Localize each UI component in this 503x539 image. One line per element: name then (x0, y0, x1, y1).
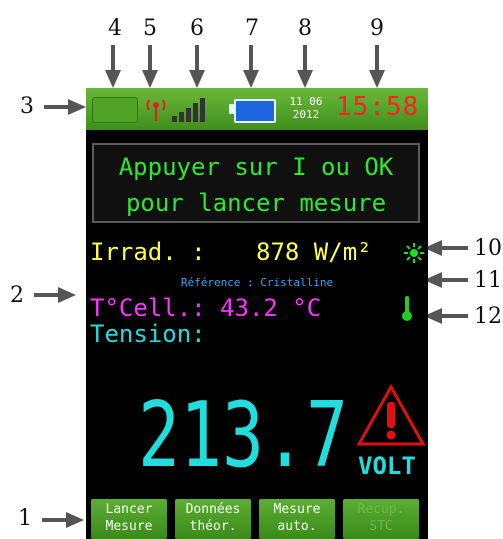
message-line-2: pour lancer mesure (125, 189, 387, 217)
tension-value-display: 213.7 (138, 396, 348, 474)
message-line-1: Appuyer sur I ou OK (118, 153, 394, 181)
launch-measure-button[interactable]: Lancer Mesure (91, 499, 167, 539)
status-bar: 11 06 2012 15:58 (86, 88, 428, 130)
irradiance-label: Irrad. : (90, 238, 206, 266)
tension-unit: VOLT (358, 452, 416, 480)
clock: 15:58 (336, 92, 420, 122)
tension-value: 213.7 (138, 396, 348, 474)
theoretical-data-button[interactable]: Données théor. (175, 499, 251, 539)
softkey-label: Lancer (105, 502, 153, 517)
sun-icon (404, 243, 424, 263)
message-box: Appuyer sur I ou OK pour lancer mesure (92, 143, 420, 223)
device-screen: 11 06 2012 15:58 Appuyer sur I ou OK pou… (86, 88, 428, 539)
recup-stc-button[interactable]: Recup. STC (343, 499, 419, 539)
warning-icon (356, 384, 426, 446)
softkey-label: Mesure (105, 519, 153, 534)
antenna-icon (146, 99, 166, 121)
cell-temperature: T°Cell.: 43.2 °C (90, 294, 322, 322)
date-year: 2012 (292, 108, 320, 121)
battery-left-icon (92, 97, 138, 123)
signal-bars-icon (172, 98, 205, 122)
date-day-month: 11 06 (289, 95, 323, 108)
reference-label: Référence : Cristalline (180, 276, 334, 289)
auto-measure-button[interactable]: Mesure auto. (259, 499, 335, 539)
softkey-label: théor. (189, 519, 237, 534)
tension-label: Tension: (90, 320, 206, 348)
softkey-label: auto. (277, 519, 317, 534)
softkey-label: Recup. (357, 502, 405, 517)
thermometer-icon (402, 296, 412, 321)
softkey-label: Données (185, 502, 241, 517)
softkey-label: Mesure (273, 502, 321, 517)
date-display: 11 06 2012 (286, 95, 326, 121)
softkey-bar: Lancer Mesure Données théor. Mesure auto… (86, 499, 428, 539)
battery-icon (234, 99, 276, 123)
softkey-label: STC (369, 519, 393, 534)
irradiance-value: 878 W/m² (256, 238, 372, 266)
